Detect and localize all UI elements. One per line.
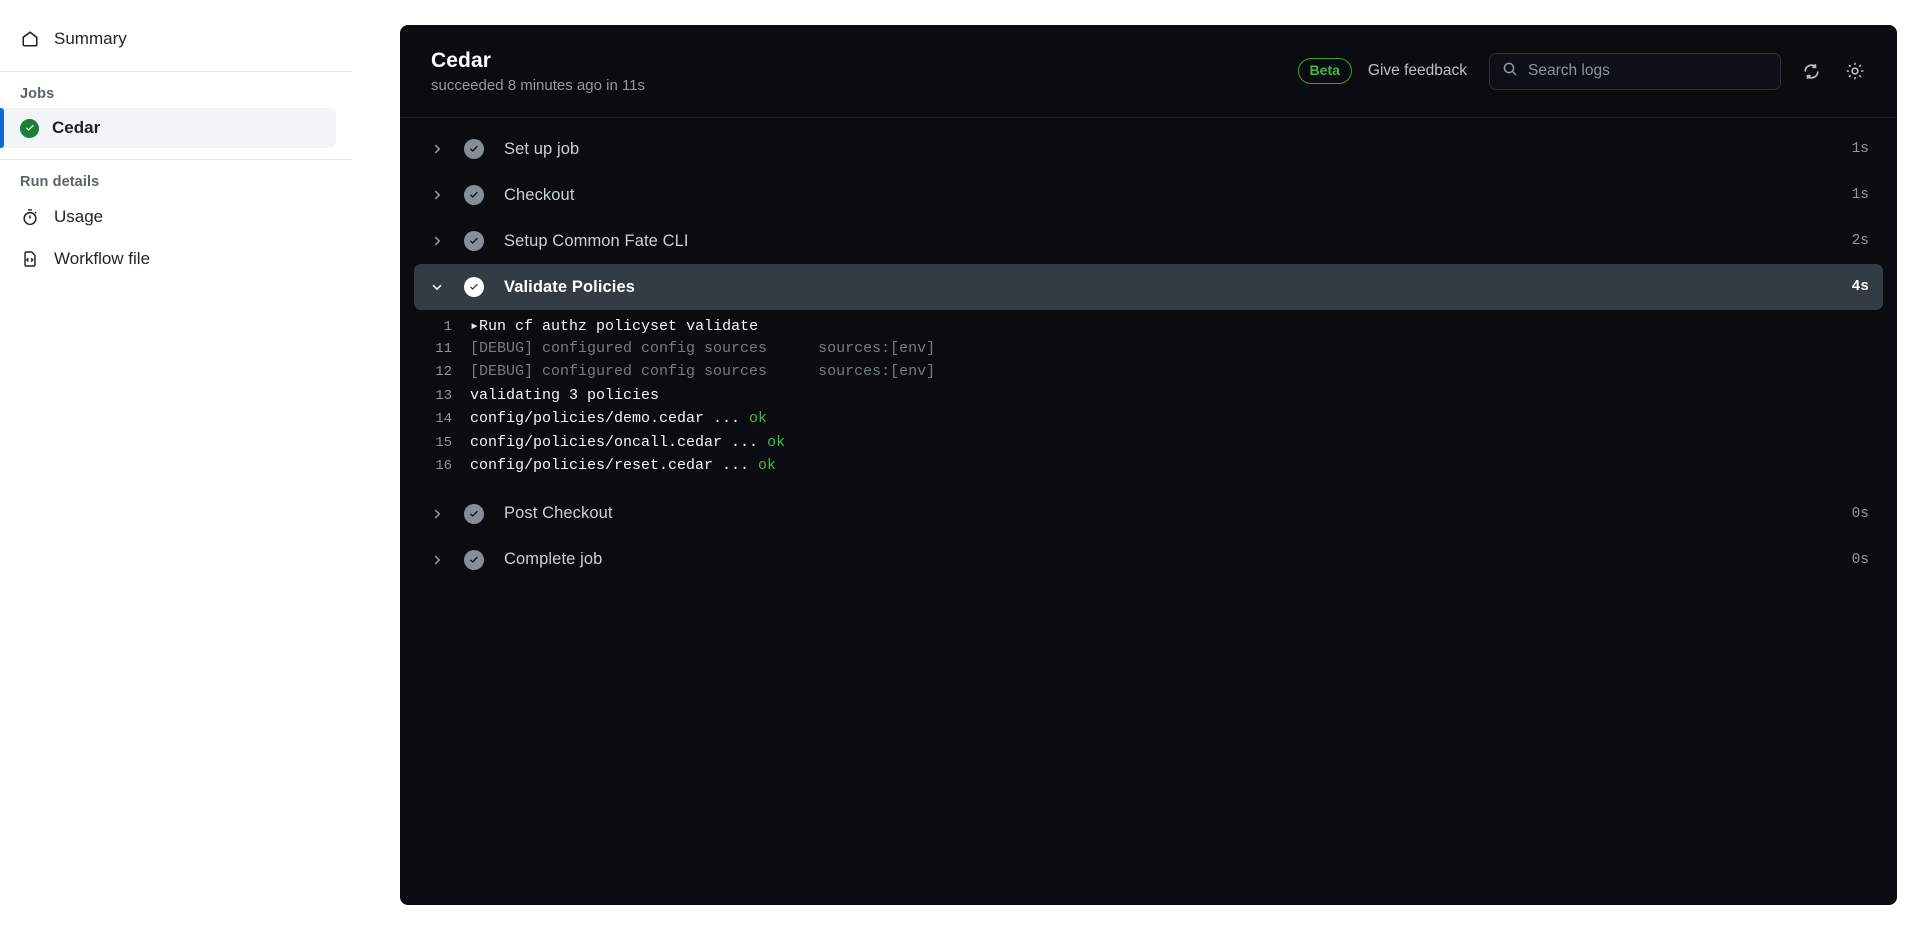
check-circle-icon [464,504,484,524]
log-line: 14 config/policies/demo.cedar ... ok [400,410,1897,434]
steps-list: Set up job 1s Checkout 1s [400,118,1897,905]
run-status-text: succeeded 8 minutes ago in 11s [431,77,645,94]
step-name: Checkout [504,186,575,205]
log-line-number: 11 [414,341,470,357]
log-status-ok: ok [749,410,767,427]
log-line-text: config/policies/oncall.cedar ... [470,434,767,451]
step-duration: 1s [1852,141,1869,157]
step-duration: 0s [1852,552,1869,568]
step-duration: 4s [1852,279,1869,295]
log-panel-header: Cedar succeeded 8 minutes ago in 11s Bet… [400,25,1897,118]
check-circle-icon [464,550,484,570]
log-line: 12 [DEBUG] configured config sources sou… [400,363,1897,387]
log-line: 13 validating 3 policies [400,387,1897,411]
search-icon [1502,61,1518,82]
search-input[interactable] [1528,62,1768,80]
sidebar-section-jobs: Jobs [0,72,352,108]
chevron-right-icon [428,505,446,523]
log-status-ok: ok [767,434,785,451]
check-circle-icon [464,231,484,251]
sidebar-item-label: Workflow file [54,249,150,269]
stopwatch-icon [20,207,40,227]
step-row-expanded[interactable]: Validate Policies 4s [414,264,1883,310]
step-row[interactable]: Setup Common Fate CLI 2s [414,218,1883,264]
search-logs-box[interactable] [1489,53,1781,90]
header-actions: Beta Give feedback [1298,53,1869,90]
check-circle-icon [464,139,484,159]
log-line: 15 config/policies/oncall.cedar ... ok [400,434,1897,458]
sidebar-item-label: Summary [54,29,127,49]
step-duration: 2s [1852,233,1869,249]
code-file-icon [20,249,40,269]
step-row[interactable]: Post Checkout 0s [414,491,1883,537]
sidebar-item-summary[interactable]: Summary [0,18,352,60]
step-name: Setup Common Fate CLI [504,232,689,251]
log-line-text: ▸Run cf authz policyset validate [470,316,758,335]
log-line: 1 ▸Run cf authz policyset validate [400,316,1897,340]
sidebar-section-run-details: Run details [0,160,352,196]
step-name: Post Checkout [504,504,613,523]
give-feedback-link[interactable]: Give feedback [1368,62,1467,80]
page-title: Cedar [431,49,645,73]
header-titles: Cedar succeeded 8 minutes ago in 11s [431,49,645,94]
log-line-number: 13 [414,388,470,404]
log-line-text: [DEBUG] configured config sources [470,363,767,380]
step-row[interactable]: Complete job 0s [414,537,1883,583]
check-circle-icon [20,119,39,138]
log-line-extra: sources:[env] [818,363,935,380]
log-line-extra: sources:[env] [818,340,935,357]
step-duration: 1s [1852,187,1869,203]
sidebar: Summary Jobs Cedar Run details Usage [0,0,352,931]
chevron-right-icon [428,232,446,250]
log-line: 16 config/policies/reset.cedar ... ok [400,457,1897,481]
step-row[interactable]: Checkout 1s [414,172,1883,218]
chevron-right-icon [428,186,446,204]
log-status-ok: ok [758,457,776,474]
sidebar-item-label: Usage [54,207,103,227]
log-line-number: 14 [414,411,470,427]
home-icon [20,29,40,49]
log-line: 11 [DEBUG] configured config sources sou… [400,340,1897,364]
log-line-number: 12 [414,364,470,380]
sidebar-item-job-cedar[interactable]: Cedar [0,108,336,148]
log-line-number: 1 [414,319,470,335]
step-row[interactable]: Set up job 1s [414,126,1883,172]
workflow-run-page: Summary Jobs Cedar Run details Usage [0,0,1920,931]
sidebar-job-label: Cedar [52,118,100,138]
chevron-right-icon [428,551,446,569]
beta-badge: Beta [1298,58,1352,83]
log-line-number: 16 [414,458,470,474]
log-line-text: [DEBUG] configured config sources [470,340,767,357]
step-name: Validate Policies [504,278,635,297]
sidebar-item-usage[interactable]: Usage [0,196,352,238]
sidebar-item-workflow-file[interactable]: Workflow file [0,238,352,280]
log-line-text: config/policies/demo.cedar ... [470,410,749,427]
step-duration: 0s [1852,506,1869,522]
chevron-down-icon [428,278,446,296]
chevron-right-icon [428,140,446,158]
refresh-icon[interactable] [1797,57,1825,85]
check-circle-icon [464,277,484,297]
log-output: 1 ▸Run cf authz policyset validate 11 [D… [400,310,1897,491]
expand-triangle-icon[interactable]: ▸ [470,318,479,335]
log-panel: Cedar succeeded 8 minutes ago in 11s Bet… [400,25,1897,905]
gear-icon[interactable] [1841,57,1869,85]
step-name: Set up job [504,140,579,159]
log-line-text: config/policies/reset.cedar ... [470,457,758,474]
log-line-text: validating 3 policies [470,387,659,404]
step-name: Complete job [504,550,602,569]
log-line-number: 15 [414,435,470,451]
check-circle-icon [464,185,484,205]
